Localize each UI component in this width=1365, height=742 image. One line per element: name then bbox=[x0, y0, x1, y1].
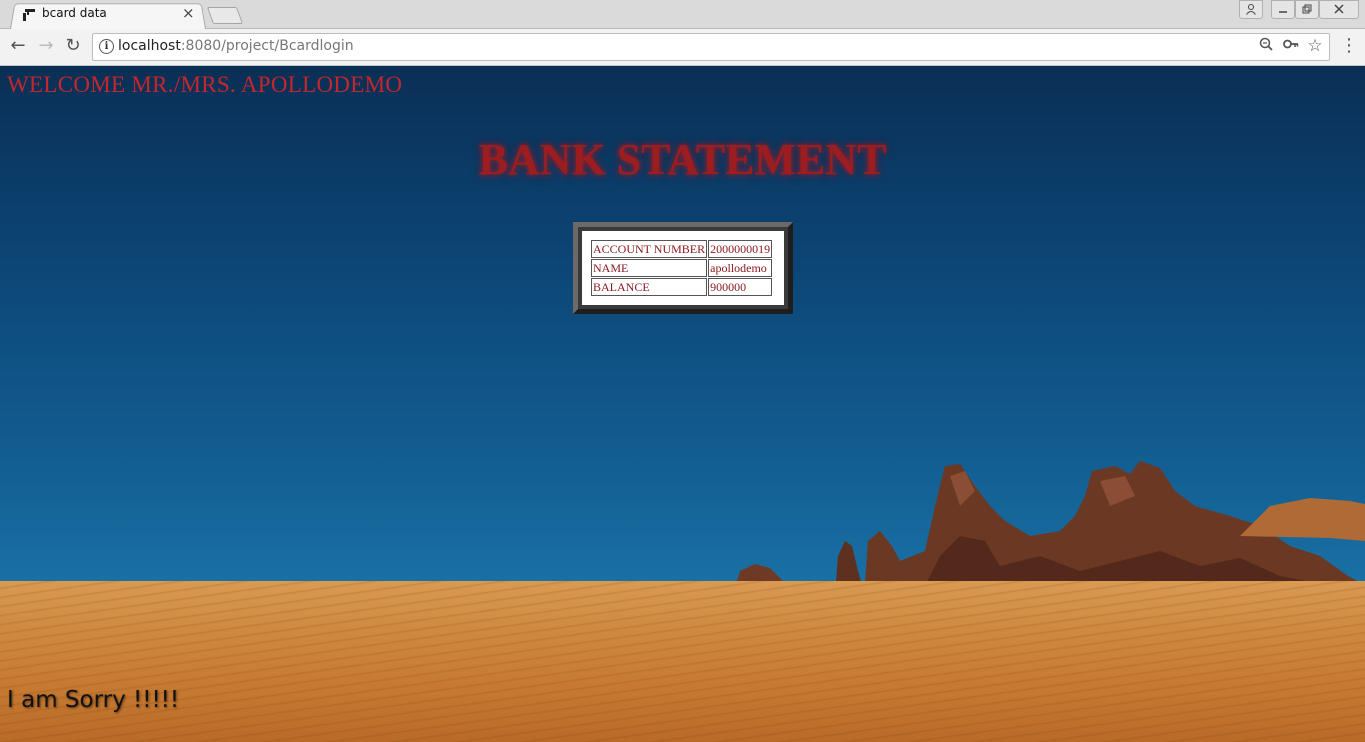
balance-value: 900000 bbox=[708, 278, 773, 296]
forward-icon[interactable]: → bbox=[36, 36, 56, 56]
minimize-icon[interactable] bbox=[1271, 0, 1295, 19]
balance-label: BALANCE bbox=[591, 278, 708, 296]
table-row: NAME apollodemo bbox=[591, 259, 773, 277]
tab-title: bcard data bbox=[42, 6, 107, 20]
account-number-value: 2000000019 bbox=[708, 240, 773, 258]
statement-table-container: ACCOUNT NUMBER 2000000019 NAME apollodem… bbox=[582, 231, 784, 305]
table-row: ACCOUNT NUMBER 2000000019 bbox=[591, 240, 773, 258]
page-title: BANK STATEMENT bbox=[478, 135, 887, 184]
close-window-icon[interactable] bbox=[1319, 0, 1359, 19]
address-bar[interactable]: i localhost:8080/project/Bcardlogin ☆ bbox=[92, 33, 1330, 61]
site-info-icon[interactable]: i bbox=[99, 39, 114, 54]
name-label: NAME bbox=[591, 259, 708, 277]
footer-message: I am Sorry !!!!! bbox=[7, 687, 180, 713]
statement-table-frame: ACCOUNT NUMBER 2000000019 NAME apollodem… bbox=[573, 222, 793, 314]
bookmark-star-icon[interactable]: ☆ bbox=[1306, 37, 1324, 55]
url-path: :8080/project/Bcardlogin bbox=[180, 38, 354, 54]
profile-icon[interactable] bbox=[1239, 0, 1263, 19]
url-host: localhost bbox=[118, 38, 181, 54]
reload-icon[interactable]: ↻ bbox=[63, 36, 83, 56]
restore-icon[interactable] bbox=[1295, 0, 1319, 19]
password-key-icon[interactable] bbox=[1282, 37, 1300, 55]
new-tab-button[interactable] bbox=[206, 7, 244, 24]
name-value: apollodemo bbox=[708, 259, 773, 277]
page-viewport: WELCOME MR./MRS. APOLLODEMO BANK STATEME… bbox=[0, 66, 1365, 742]
url-text[interactable]: localhost:8080/project/Bcardlogin bbox=[118, 38, 354, 54]
desert-sand-background bbox=[0, 581, 1365, 742]
browser-menu-icon[interactable]: ⋮ bbox=[1340, 35, 1358, 56]
tab-strip: bcard data × bbox=[0, 0, 1365, 30]
zoom-icon[interactable] bbox=[1257, 37, 1275, 55]
statement-table: ACCOUNT NUMBER 2000000019 NAME apollodem… bbox=[590, 239, 773, 297]
welcome-message: WELCOME MR./MRS. APOLLODEMO bbox=[7, 72, 403, 97]
table-row: BALANCE 900000 bbox=[591, 278, 773, 296]
browser-tab-content[interactable]: bcard data × bbox=[22, 3, 202, 25]
account-number-label: ACCOUNT NUMBER bbox=[591, 240, 708, 258]
back-icon[interactable]: ← bbox=[8, 36, 28, 56]
page-favicon-icon bbox=[23, 9, 35, 21]
browser-toolbar: ← → ↻ i localhost:8080/project/Bcardlogi… bbox=[0, 29, 1365, 66]
tab-close-icon[interactable]: × bbox=[182, 4, 195, 22]
